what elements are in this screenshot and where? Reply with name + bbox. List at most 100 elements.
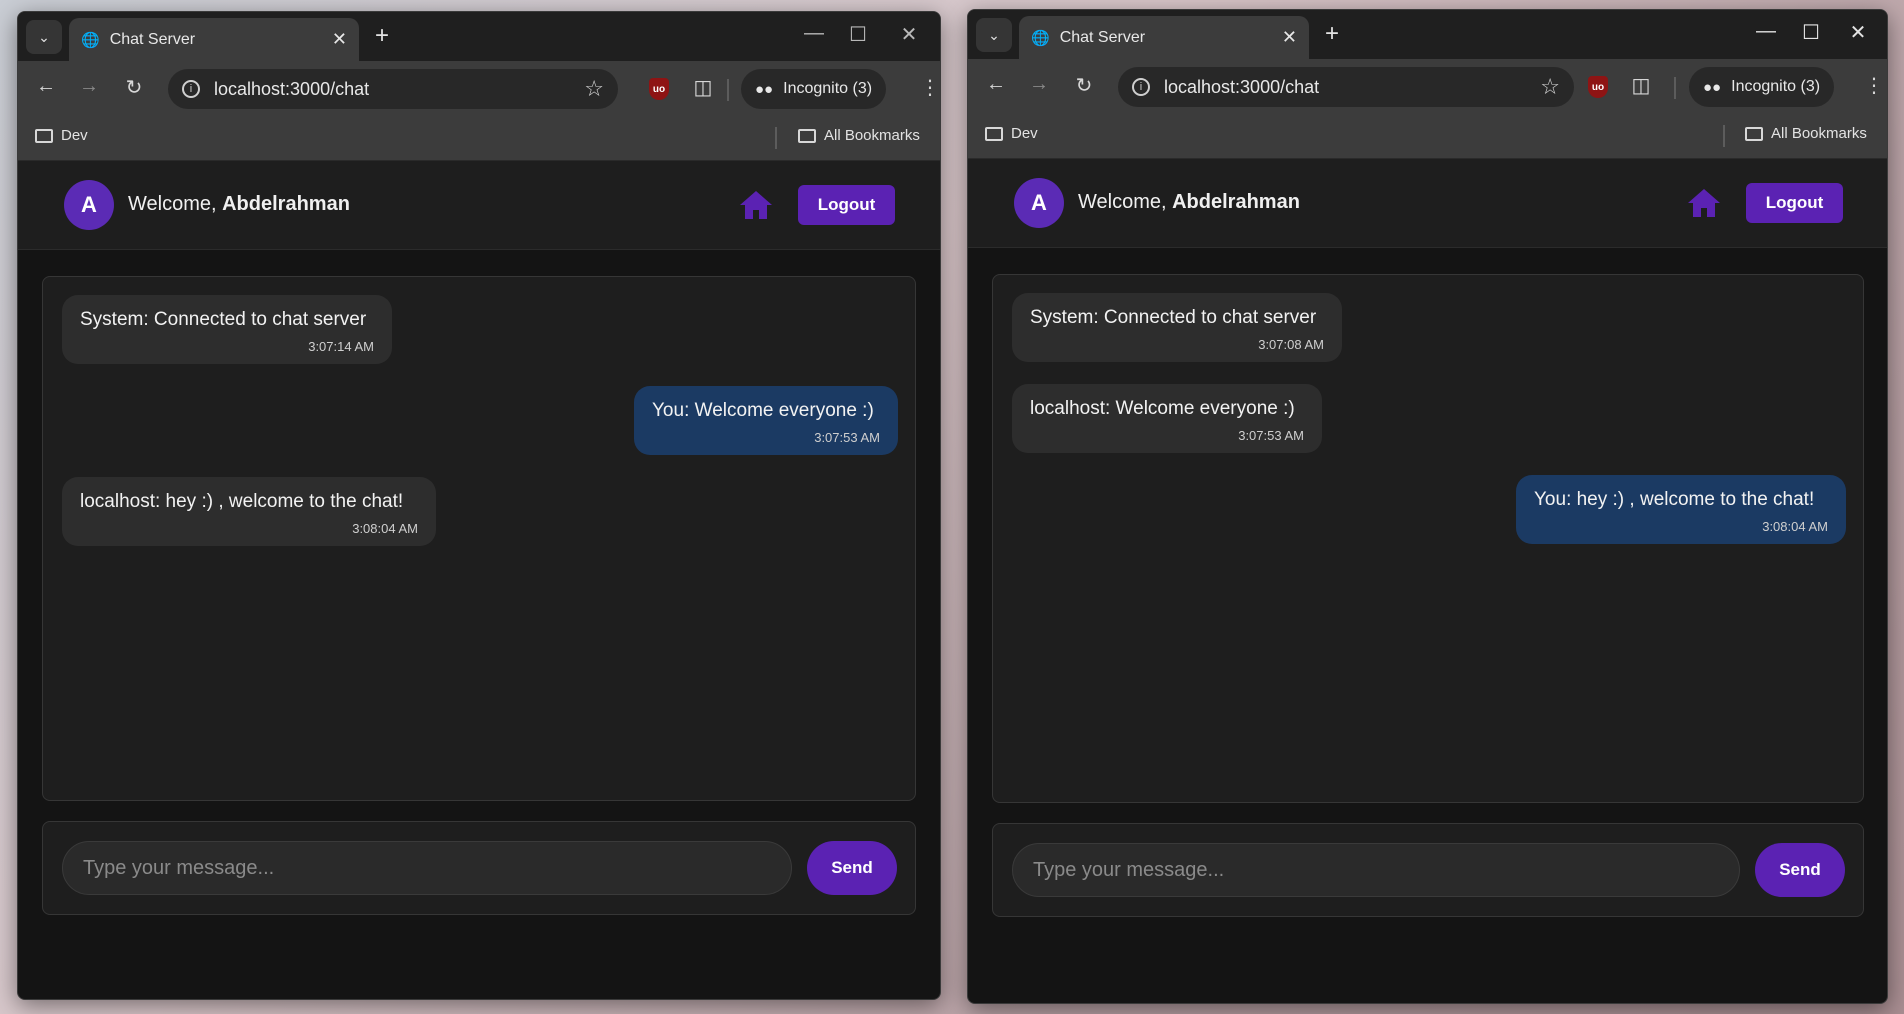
message-bubble: localhost: Welcome everyone :) 3:07:53 A… (1012, 384, 1322, 453)
close-window-button[interactable]: ✕ (889, 22, 929, 47)
message-time: 3:07:53 AM (814, 430, 880, 445)
message-text: You: Welcome everyone :) (652, 400, 874, 421)
incognito-icon: ●● (755, 80, 774, 98)
maximize-button[interactable]: ☐ (838, 22, 878, 47)
tab-title: Chat Server (109, 30, 196, 48)
address-bar[interactable]: i localhost:3000/chat ☆ (168, 69, 618, 109)
folder-icon (1745, 126, 1763, 141)
incognito-label: Incognito (3) (783, 80, 873, 97)
new-tab-button[interactable]: + (375, 24, 389, 48)
bookmark-label: Dev (1011, 125, 1038, 142)
message-time: 3:07:14 AM (308, 339, 374, 354)
message-time: 3:07:08 AM (1258, 337, 1324, 352)
bookmark-star-icon[interactable]: ☆ (584, 76, 604, 102)
message-bubble: You: hey :) , welcome to the chat! 3:08:… (1516, 475, 1846, 544)
menu-kebab-icon[interactable]: ⋮ (915, 75, 940, 100)
welcome-prefix: Welcome, (1078, 191, 1173, 213)
message-bubble: localhost: hey :) , welcome to the chat!… (62, 477, 436, 546)
forward-icon[interactable]: → (1024, 73, 1054, 96)
toolbar-divider (1674, 77, 1676, 99)
chevron-down-icon: ⌄ (38, 28, 50, 45)
message-composer: Send (42, 821, 916, 915)
extensions-puzzle-icon[interactable]: ◫ (1626, 73, 1656, 98)
username: Abdelrahman (222, 193, 350, 215)
message-text: localhost: Welcome everyone :) (1030, 398, 1295, 419)
welcome-prefix: Welcome, (128, 193, 223, 215)
message-time: 3:08:04 AM (1762, 519, 1828, 534)
forward-icon[interactable]: → (74, 75, 104, 98)
tab-strip: ⌄ 🌐 Chat Server ✕ + — ☐ ✕ (18, 12, 940, 61)
ublock-extension-icon[interactable]: uo (649, 78, 669, 100)
send-button[interactable]: Send (807, 841, 897, 895)
bookmark-dev[interactable]: Dev (35, 127, 88, 144)
logout-button[interactable]: Logout (1746, 183, 1843, 223)
url-text: localhost:3000/chat (1164, 76, 1320, 97)
new-tab-button[interactable]: + (1325, 22, 1339, 46)
minimize-button[interactable]: — (794, 22, 834, 45)
folder-icon (35, 128, 53, 143)
chat-messages: System: Connected to chat server 3:07:14… (42, 276, 916, 801)
app-header: A Welcome, Abdelrahman Logout (968, 159, 1887, 248)
avatar: A (1014, 178, 1064, 228)
incognito-label: Incognito (3) (1731, 78, 1821, 95)
message-text: System: Connected to chat server (1030, 307, 1317, 328)
chevron-down-icon: ⌄ (988, 26, 1000, 43)
message-text: You: hey :) , welcome to the chat! (1534, 489, 1815, 510)
folder-icon (985, 126, 1003, 141)
message-bubble: System: Connected to chat server 3:07:08… (1012, 293, 1342, 362)
close-tab-icon[interactable]: ✕ (1282, 27, 1297, 48)
url-text: localhost:3000/chat (214, 78, 370, 99)
welcome-text: Welcome, Abdelrahman (1078, 191, 1300, 214)
tab-chat-server[interactable]: 🌐 Chat Server ✕ (1019, 16, 1309, 59)
bookmark-all[interactable]: All Bookmarks (1745, 125, 1867, 142)
bookmark-all[interactable]: All Bookmarks (798, 127, 920, 144)
message-text: localhost: hey :) , welcome to the chat! (80, 491, 404, 512)
incognito-icon: ●● (1703, 78, 1722, 96)
incognito-indicator[interactable]: ●● Incognito (3) (1689, 67, 1835, 107)
globe-icon: 🌐 (81, 31, 100, 49)
bookmarks-bar: Dev All Bookmarks (968, 113, 1887, 159)
incognito-indicator[interactable]: ●● Incognito (3) (741, 69, 887, 109)
tab-search-button[interactable]: ⌄ (26, 20, 62, 54)
site-info-icon[interactable]: i (1132, 78, 1150, 96)
app-header: A Welcome, Abdelrahman Logout (18, 161, 940, 250)
logout-button[interactable]: Logout (798, 185, 895, 225)
extensions-puzzle-icon[interactable]: ◫ (688, 75, 718, 100)
bookmarks-bar: Dev All Bookmarks (18, 115, 940, 161)
tab-chat-server[interactable]: 🌐 Chat Server ✕ (69, 18, 359, 61)
bookmark-label: Dev (61, 127, 88, 144)
globe-icon: 🌐 (1031, 29, 1050, 47)
home-icon[interactable] (738, 189, 774, 221)
browser-toolbar: ← → ↻ i localhost:3000/chat ☆ uo ◫ ●● In… (968, 59, 1887, 113)
site-info-icon[interactable]: i (182, 80, 200, 98)
minimize-button[interactable]: — (1746, 20, 1786, 43)
browser-window-left: ⌄ 🌐 Chat Server ✕ + — ☐ ✕ ← → ↻ i localh… (17, 11, 941, 1000)
bookmark-dev[interactable]: Dev (985, 125, 1038, 142)
back-icon[interactable]: ← (31, 75, 61, 98)
message-bubble: System: Connected to chat server 3:07:14… (62, 295, 392, 364)
message-input[interactable] (1012, 843, 1740, 897)
bookmarks-divider (775, 127, 777, 149)
welcome-text: Welcome, Abdelrahman (128, 193, 350, 216)
message-input[interactable] (62, 841, 792, 895)
close-tab-icon[interactable]: ✕ (332, 29, 347, 50)
send-button[interactable]: Send (1755, 843, 1845, 897)
message-text: System: Connected to chat server (80, 309, 367, 330)
reload-icon[interactable]: ↻ (1069, 73, 1099, 98)
bookmarks-divider (1723, 125, 1725, 147)
folder-icon (798, 128, 816, 143)
bookmark-star-icon[interactable]: ☆ (1540, 74, 1560, 100)
message-time: 3:08:04 AM (352, 521, 418, 536)
message-bubble: You: Welcome everyone :) 3:07:53 AM (634, 386, 898, 455)
close-window-button[interactable]: ✕ (1838, 20, 1878, 45)
tab-search-button[interactable]: ⌄ (976, 18, 1012, 52)
toolbar-divider (727, 79, 729, 101)
back-icon[interactable]: ← (981, 73, 1011, 96)
ublock-extension-icon[interactable]: uo (1588, 76, 1608, 98)
reload-icon[interactable]: ↻ (119, 75, 149, 100)
address-bar[interactable]: i localhost:3000/chat ☆ (1118, 67, 1574, 107)
menu-kebab-icon[interactable]: ⋮ (1859, 73, 1887, 98)
home-icon[interactable] (1686, 187, 1722, 219)
message-time: 3:07:53 AM (1238, 428, 1304, 443)
maximize-button[interactable]: ☐ (1791, 20, 1831, 45)
